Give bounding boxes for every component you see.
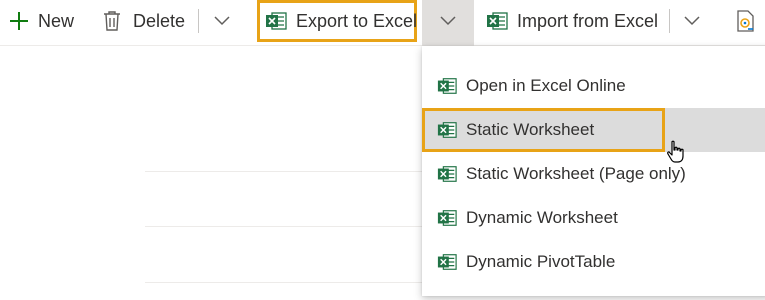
excel-icon — [437, 76, 457, 96]
toolbar-divider — [669, 9, 670, 33]
export-options-chevron[interactable] — [422, 0, 474, 46]
grid-row-divider — [145, 282, 422, 283]
chevron-down-icon — [440, 16, 456, 26]
delete-button-label: Delete — [133, 10, 186, 31]
new-button-label: New — [38, 10, 75, 31]
excel-icon — [437, 164, 457, 184]
import-from-excel-label: Import from Excel — [517, 10, 659, 31]
delete-button[interactable]: Delete — [103, 0, 185, 42]
more-actions-chevron[interactable] — [210, 0, 234, 42]
grid-row-divider — [145, 226, 422, 227]
menu-item-open-in-excel-online[interactable]: Open in Excel Online — [422, 64, 765, 108]
menu-item-label: Dynamic Worksheet — [466, 208, 618, 227]
export-options-menu: Open in Excel Online Static Worksheet St… — [422, 46, 765, 296]
import-options-chevron[interactable] — [680, 0, 704, 42]
export-to-excel-label: Export to Excel — [296, 10, 418, 31]
highlight-box — [422, 108, 665, 152]
menu-item-label: Dynamic PivotTable — [466, 252, 616, 271]
menu-item-label: Static Worksheet (Page only) — [466, 164, 686, 183]
chevron-down-icon — [684, 16, 700, 26]
menu-item-static-worksheet-page-only[interactable]: Static Worksheet (Page only) — [422, 152, 765, 196]
excel-icon — [486, 10, 508, 32]
export-to-excel-button[interactable]: Export to Excel — [257, 0, 417, 42]
chevron-down-icon — [214, 16, 230, 26]
excel-icon — [437, 208, 457, 228]
plus-icon — [8, 10, 30, 32]
grid-row-divider — [145, 171, 422, 172]
menu-item-label: Open in Excel Online — [466, 76, 626, 95]
command-bar: New Delete Export to Excel Import from E… — [0, 0, 765, 46]
menu-item-dynamic-pivottable[interactable]: Dynamic PivotTable — [422, 240, 765, 284]
hand-pointer-cursor-icon — [666, 140, 686, 169]
import-from-excel-button[interactable]: Import from Excel — [486, 0, 658, 42]
excel-icon — [437, 252, 457, 272]
excel-icon — [265, 10, 287, 32]
menu-item-dynamic-worksheet[interactable]: Dynamic Worksheet — [422, 196, 765, 240]
menu-item-static-worksheet[interactable]: Static Worksheet — [422, 108, 765, 152]
trash-icon — [103, 10, 121, 32]
toolbar-divider — [198, 9, 199, 33]
document-settings-icon[interactable] — [735, 9, 757, 38]
new-button[interactable]: New — [8, 0, 74, 42]
